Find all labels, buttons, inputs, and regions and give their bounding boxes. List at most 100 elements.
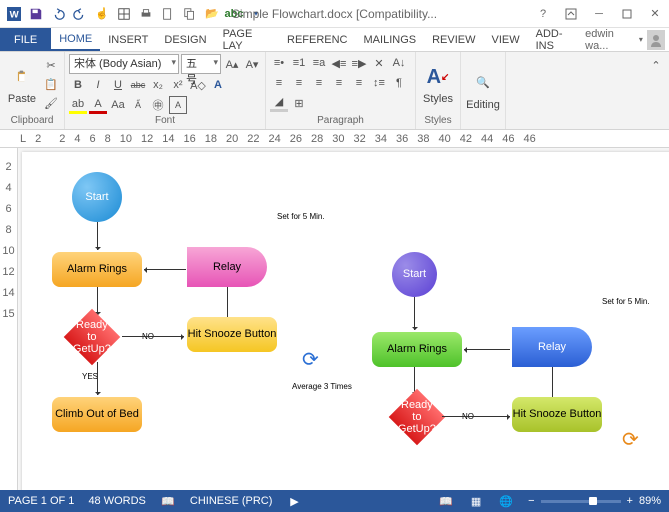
web-layout-icon[interactable]: 🌐 — [498, 493, 514, 509]
superscript-button[interactable]: x² — [169, 76, 187, 94]
multilevel-icon[interactable]: ≡a — [310, 54, 328, 72]
redo-icon[interactable] — [70, 4, 90, 24]
borders-icon[interactable]: ⊞ — [290, 94, 308, 112]
tab-insert[interactable]: INSERT — [100, 28, 156, 51]
grow-font-icon[interactable]: A▴ — [223, 55, 241, 73]
asian-layout-icon[interactable]: ✕ — [370, 54, 388, 72]
open-icon[interactable]: 📂 — [202, 4, 222, 24]
word-count[interactable]: 48 WORDS — [88, 495, 145, 507]
document-canvas[interactable]: Simple Flow Chart Start Alarm Rings Rela… — [18, 148, 669, 490]
proofing-icon[interactable]: 📖 — [160, 493, 176, 509]
text-effects-icon[interactable]: A — [209, 76, 227, 94]
increase-indent-icon[interactable]: ≡▶ — [350, 54, 368, 72]
highlight-icon[interactable]: ab — [69, 96, 87, 114]
page: Simple Flow Chart Start Alarm Rings Rela… — [22, 152, 669, 490]
paste-button[interactable]: Paste — [4, 54, 40, 114]
phonetic-icon[interactable]: A̋ — [129, 96, 147, 114]
cut-icon[interactable]: ✂ — [42, 56, 60, 74]
editing-button[interactable]: 🔍 Editing — [465, 54, 501, 125]
table-icon[interactable] — [114, 4, 134, 24]
underline-button[interactable]: U — [109, 76, 127, 94]
zoom-level[interactable]: 89% — [639, 495, 661, 507]
show-marks-icon[interactable]: ¶ — [390, 74, 408, 92]
language[interactable]: CHINESE (PRC) — [190, 495, 273, 507]
align-right-icon[interactable]: ≡ — [310, 74, 328, 92]
vertical-ruler[interactable]: 246810121415 — [0, 148, 18, 490]
line-spacing-icon[interactable]: ↕≡ — [370, 74, 388, 92]
avatar[interactable] — [647, 30, 665, 50]
fc1-relay: Relay — [187, 247, 267, 287]
styles-button[interactable]: A↙ Styles — [420, 54, 456, 114]
numbering-icon[interactable]: ≡1 — [290, 54, 308, 72]
close-icon[interactable]: ✕ — [641, 2, 669, 26]
help-icon[interactable]: ? — [529, 2, 557, 26]
copy-icon[interactable]: 📋 — [42, 75, 60, 93]
word-icon[interactable]: W — [4, 4, 24, 24]
macro-icon[interactable]: ▶ — [286, 493, 302, 509]
tab-references[interactable]: REFERENC — [279, 28, 356, 51]
tab-design[interactable]: DESIGN — [156, 28, 214, 51]
italic-button[interactable]: I — [89, 76, 107, 94]
fc1-avg: Average 3 Times — [292, 382, 352, 391]
sort-icon[interactable]: A↓ — [390, 54, 408, 72]
touch-icon[interactable]: ☝ — [92, 4, 112, 24]
maximize-icon[interactable] — [613, 2, 641, 26]
tab-mailings[interactable]: MAILINGS — [356, 28, 425, 51]
fc2-relay: Relay — [512, 327, 592, 367]
tab-home[interactable]: HOME — [51, 28, 100, 51]
bullets-icon[interactable]: ≡• — [270, 54, 288, 72]
bold-button[interactable]: B — [69, 76, 87, 94]
svg-text:W: W — [10, 9, 20, 20]
align-left-icon[interactable]: ≡ — [270, 74, 288, 92]
copy-icon[interactable] — [180, 4, 200, 24]
paragraph-label: Paragraph — [270, 114, 411, 127]
format-painter-icon[interactable]: 🖌 — [42, 94, 60, 112]
align-center-icon[interactable]: ≡ — [290, 74, 308, 92]
change-case-icon[interactable]: Aa — [109, 96, 127, 114]
save-icon[interactable] — [26, 4, 46, 24]
font-family-select[interactable]: 宋体 (Body Asian) — [69, 54, 179, 74]
tab-file[interactable]: FILE — [0, 28, 51, 51]
horizontal-ruler[interactable]: L224681012141618202224262830323436384042… — [0, 130, 669, 148]
undo-icon[interactable] — [48, 4, 68, 24]
fc2-set: Set for 5 Min. — [602, 297, 650, 306]
ribbon-collapse-icon[interactable] — [557, 2, 585, 26]
zoom-slider[interactable] — [541, 500, 621, 503]
group-paragraph: ≡• ≡1 ≡a ◀≡ ≡▶ ✕ A↓ ≡ ≡ ≡ ≡ ≡ ↕≡ ¶ ◢ ⊞ — [266, 52, 416, 129]
enclose-icon[interactable]: ㊥ — [149, 96, 167, 114]
arrow — [144, 269, 186, 270]
styles-label: Styles — [423, 93, 453, 105]
strike-button[interactable]: abc — [129, 76, 147, 94]
font-size-select[interactable]: 五号 — [181, 54, 221, 74]
fc2-ready: Ready to GetUp? — [389, 389, 446, 446]
tab-view[interactable]: VIEW — [484, 28, 528, 51]
new-icon[interactable] — [158, 4, 178, 24]
quick-print-icon[interactable] — [136, 4, 156, 24]
zoom-in-button[interactable]: + — [627, 495, 633, 507]
clipboard-label: Clipboard — [4, 114, 60, 127]
collapse-ribbon-icon[interactable]: ⌃ — [647, 56, 665, 74]
page-indicator[interactable]: PAGE 1 OF 1 — [8, 495, 74, 507]
char-border-icon[interactable]: A — [169, 96, 187, 114]
shading-icon[interactable]: ◢ — [270, 94, 288, 112]
status-bar: PAGE 1 OF 1 48 WORDS 📖 CHINESE (PRC) ▶ 📖… — [0, 490, 669, 512]
print-layout-icon[interactable]: ▦ — [468, 493, 484, 509]
font-color-icon[interactable]: A — [89, 96, 107, 114]
tab-review[interactable]: REVIEW — [424, 28, 483, 51]
subscript-button[interactable]: x₂ — [149, 76, 167, 94]
read-mode-icon[interactable]: 📖 — [438, 493, 454, 509]
font-label: Font — [69, 114, 261, 127]
fc1-snooze: Hit Snooze Button — [187, 317, 277, 352]
arrow — [97, 222, 98, 250]
justify-icon[interactable]: ≡ — [330, 74, 348, 92]
distributed-icon[interactable]: ≡ — [350, 74, 368, 92]
refresh-icon: ⟳ — [622, 427, 639, 452]
zoom-out-button[interactable]: − — [528, 495, 534, 507]
shrink-font-icon[interactable]: A▾ — [243, 55, 261, 73]
tab-addins[interactable]: ADD-INS — [528, 28, 586, 51]
user-name[interactable]: edwin wa... — [585, 28, 635, 52]
decrease-indent-icon[interactable]: ◀≡ — [330, 54, 348, 72]
tab-page-layout[interactable]: PAGE LAY — [215, 28, 279, 51]
paste-icon — [8, 63, 36, 91]
minimize-icon[interactable]: ─ — [585, 2, 613, 26]
